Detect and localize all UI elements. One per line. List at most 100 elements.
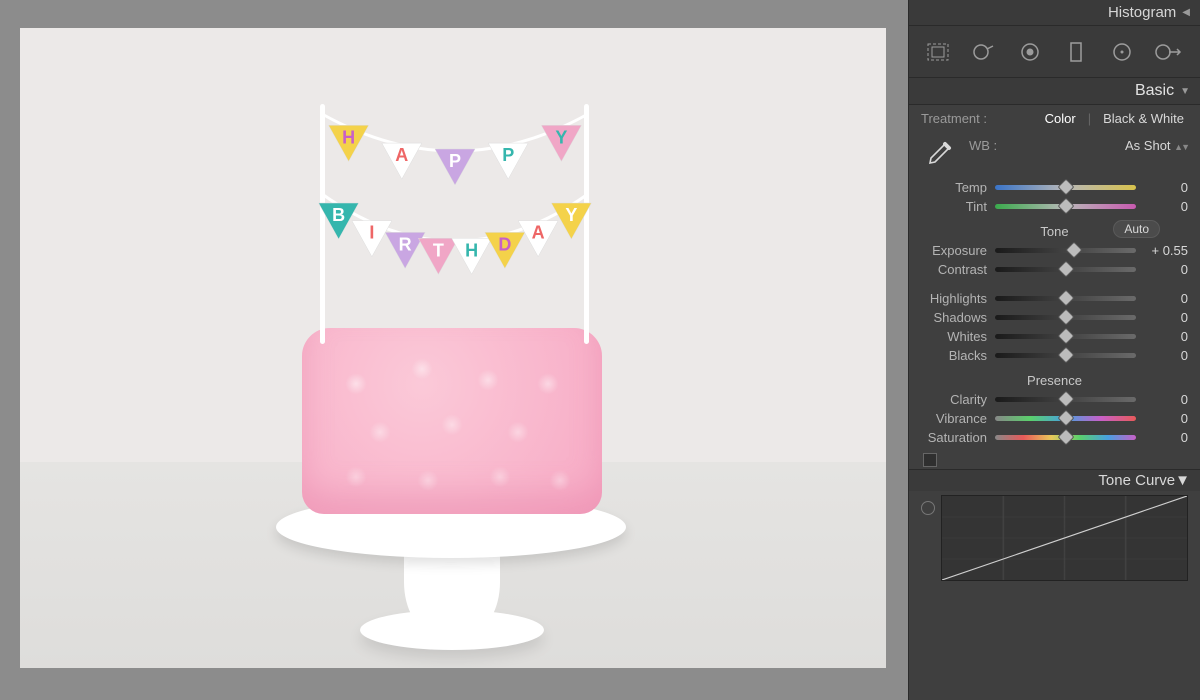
tone-group-label: Tone (1040, 224, 1068, 239)
slider-highlights: Highlights 0 (909, 289, 1200, 308)
vibrance-slider-thumb[interactable] (1057, 410, 1074, 427)
svg-text:I: I (369, 223, 374, 243)
tonecurve-header[interactable]: Tone Curve ▼ (909, 469, 1200, 491)
temp-slider-track[interactable] (995, 185, 1136, 190)
basic-title: Basic (1135, 82, 1174, 100)
chevron-down-icon: ▼ (1175, 472, 1190, 489)
auto-tone-button[interactable]: Auto (1113, 220, 1160, 238)
contrast-slider-track[interactable] (995, 267, 1136, 272)
svg-text:Y: Y (565, 205, 577, 225)
highlights-slider-track[interactable] (995, 296, 1136, 301)
temp-slider-thumb[interactable] (1057, 179, 1074, 196)
clarity-label: Clarity (921, 392, 987, 407)
svg-text:Y: Y (555, 127, 567, 147)
shadows-slider-track[interactable] (995, 315, 1136, 320)
saturation-slider-thumb[interactable] (1057, 429, 1074, 446)
canvas-area: H A P P Y B I R T (0, 0, 908, 700)
adjustment-brush-tool-icon[interactable] (1153, 37, 1183, 67)
svg-text:D: D (498, 234, 511, 254)
slider-shadows: Shadows 0 (909, 308, 1200, 327)
panel-toggle-icon[interactable] (923, 453, 937, 467)
tint-slider-thumb[interactable] (1057, 198, 1074, 215)
slider-blacks: Blacks 0 (909, 346, 1200, 365)
treatment-color[interactable]: Color (1041, 111, 1080, 126)
slider-saturation: Saturation 0 (909, 428, 1200, 447)
presence-group-label: Presence (1027, 373, 1082, 388)
svg-text:A: A (532, 223, 545, 243)
preview-image[interactable]: H A P P Y B I R T (20, 28, 886, 668)
blacks-slider-thumb[interactable] (1057, 347, 1074, 364)
redeye-tool-icon[interactable] (1015, 37, 1045, 67)
treatment-separator: | (1088, 111, 1091, 126)
develop-panel: Histogram ◀ Basic ▼ Treatment : Color | … (908, 0, 1200, 700)
svg-text:R: R (399, 234, 412, 254)
blacks-slider-track[interactable] (995, 353, 1136, 358)
shadows-label: Shadows (921, 310, 987, 325)
shadows-slider-thumb[interactable] (1057, 309, 1074, 326)
saturation-label: Saturation (921, 430, 987, 445)
histogram-header[interactable]: Histogram ◀ (909, 0, 1200, 26)
treatment-bw[interactable]: Black & White (1099, 111, 1188, 126)
blacks-value[interactable]: 0 (1144, 348, 1188, 363)
basic-panel-header[interactable]: Basic ▼ (909, 78, 1200, 105)
temp-value[interactable]: 0 (1144, 180, 1188, 195)
tint-slider-track[interactable] (995, 204, 1136, 209)
whites-value[interactable]: 0 (1144, 329, 1188, 344)
crop-tool-icon[interactable] (923, 37, 953, 67)
tone-group: Tone Auto (909, 216, 1200, 241)
contrast-slider-thumb[interactable] (1057, 261, 1074, 278)
wb-eyedropper-icon[interactable] (921, 138, 955, 172)
histogram-title: Histogram (1108, 4, 1176, 21)
clarity-value[interactable]: 0 (1144, 392, 1188, 407)
highlights-label: Highlights (921, 291, 987, 306)
chevron-down-icon: ▼ (1180, 86, 1190, 97)
slider-exposure: Exposure + 0.55 (909, 241, 1200, 260)
svg-text:P: P (449, 151, 461, 171)
exposure-slider-thumb[interactable] (1065, 242, 1082, 259)
clarity-slider-thumb[interactable] (1057, 391, 1074, 408)
svg-text:H: H (465, 240, 478, 260)
tone-curve-graph[interactable] (941, 495, 1188, 581)
shadows-value[interactable]: 0 (1144, 310, 1188, 325)
whites-slider-track[interactable] (995, 334, 1136, 339)
updown-icon: ▲▼ (1174, 142, 1188, 152)
svg-text:A: A (395, 145, 408, 165)
slider-whites: Whites 0 (909, 327, 1200, 346)
slider-vibrance: Vibrance 0 (909, 409, 1200, 428)
saturation-value[interactable]: 0 (1144, 430, 1188, 445)
wb-preset-dropdown[interactable]: As Shot ▲▼ (1125, 138, 1188, 153)
slider-temp: Temp 0 (909, 178, 1200, 197)
collapse-left-icon: ◀ (1182, 7, 1190, 18)
clarity-slider-track[interactable] (995, 397, 1136, 402)
cake (302, 328, 602, 514)
tint-label: Tint (921, 199, 987, 214)
highlights-value[interactable]: 0 (1144, 291, 1188, 306)
targeted-adjust-icon[interactable] (921, 501, 935, 515)
highlights-slider-thumb[interactable] (1057, 290, 1074, 307)
saturation-slider-track[interactable] (995, 435, 1136, 440)
birthday-banner: H A P P Y B I R T (270, 98, 640, 348)
vibrance-slider-track[interactable] (995, 416, 1136, 421)
tint-value[interactable]: 0 (1144, 199, 1188, 214)
treatment-row: Treatment : Color | Black & White (909, 105, 1200, 136)
svg-text:P: P (502, 145, 514, 165)
contrast-label: Contrast (921, 262, 987, 277)
radial-filter-tool-icon[interactable] (1107, 37, 1137, 67)
slider-clarity: Clarity 0 (909, 390, 1200, 409)
contrast-value[interactable]: 0 (1144, 262, 1188, 277)
graduated-filter-tool-icon[interactable] (1061, 37, 1091, 67)
exposure-slider-track[interactable] (995, 248, 1136, 253)
svg-text:H: H (342, 127, 355, 147)
exposure-value[interactable]: + 0.55 (1144, 243, 1188, 258)
wb-label: WB : (969, 138, 997, 153)
vibrance-value[interactable]: 0 (1144, 411, 1188, 426)
vibrance-label: Vibrance (921, 411, 987, 426)
tonecurve-title: Tone Curve (1098, 472, 1175, 489)
spot-removal-tool-icon[interactable] (969, 37, 999, 67)
treatment-label: Treatment : (921, 111, 987, 126)
slider-tint: Tint 0 (909, 197, 1200, 216)
presence-group: Presence (909, 365, 1200, 390)
whites-slider-thumb[interactable] (1057, 328, 1074, 345)
whites-label: Whites (921, 329, 987, 344)
blacks-label: Blacks (921, 348, 987, 363)
